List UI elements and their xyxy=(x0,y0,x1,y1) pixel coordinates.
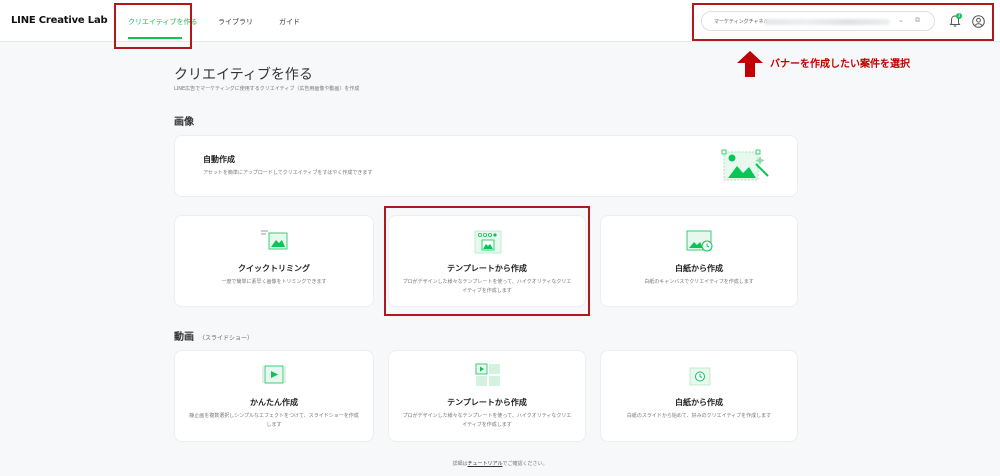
card-title: テンプレートから作成 xyxy=(447,398,527,407)
template-highlight-box xyxy=(384,206,590,316)
footer-note: 詳細はチュートリアルでご確認ください。 xyxy=(0,460,1000,467)
card-desc: 白紙のキャンバスでクリエイティブを作成します xyxy=(644,279,754,285)
channel-highlight-box xyxy=(692,3,994,41)
image-trim-icon xyxy=(261,230,288,250)
video-template-icon xyxy=(475,363,500,386)
app-logo[interactable]: LINE Creative Lab xyxy=(11,15,108,26)
video-section-note: （スライドショー） xyxy=(199,335,254,342)
page-subtitle: LINE広告でマーケティングに使用するクリエイティブ（広告用画像や動画）を作成 xyxy=(174,86,360,92)
nav-guide[interactable]: ガイド xyxy=(279,17,300,27)
annotation-text: バナーを作成したい案件を選択 xyxy=(770,59,910,70)
card-title: かんたん作成 xyxy=(250,398,298,407)
video-blank-card[interactable]: 白紙から作成 白紙のスライドから始めて、好みのクリエイティブを作成します xyxy=(600,350,798,442)
page-title: クリエイティブを作る xyxy=(174,67,313,83)
card-desc: プロがデザインした様々なテンプレートを使って、ハイクオリティなクリエイティブを作… xyxy=(402,413,572,428)
quick-trimming-card[interactable]: クイックトリミング 一度で簡単に素早く画像をトリミングできます xyxy=(174,215,374,307)
video-template-card[interactable]: テンプレートから作成 プロがデザインした様々なテンプレートを使って、ハイクオリテ… xyxy=(388,350,586,442)
nav-library[interactable]: ライブラリ xyxy=(218,17,253,27)
image-section-title: 画像 xyxy=(174,117,194,128)
image-blank-card[interactable]: 白紙から作成 白紙のキャンバスでクリエイティブを作成します xyxy=(600,215,798,307)
card-desc: 白紙のスライドから始めて、好みのクリエイティブを作成します xyxy=(626,413,772,419)
video-section-label: 動画 xyxy=(174,332,194,343)
card-desc: アセットを簡単にアップロードしてクリエイティブをすばやく作成できます xyxy=(203,170,373,176)
video-section-title: 動画 （スライドショー） xyxy=(174,328,253,343)
footer-prefix: 詳細は xyxy=(452,461,468,467)
video-blank-icon xyxy=(689,367,711,386)
blank-canvas-icon xyxy=(686,230,713,252)
card-desc: 一度で簡単に素早く画像をトリミングできます xyxy=(221,279,327,285)
auto-create-card[interactable]: 自動作成 アセットを簡単にアップロードしてクリエイティブをすばやく作成できます xyxy=(174,135,798,197)
footer-suffix: でご確認ください。 xyxy=(502,461,548,467)
arrow-up-icon xyxy=(737,51,763,77)
card-title: 白紙から作成 xyxy=(675,398,723,407)
video-play-icon xyxy=(262,365,286,384)
card-desc: 静止画を複数選択しシンプルなエフェクトをつけて、スライドショーを作成します xyxy=(189,413,359,428)
easy-create-card[interactable]: かんたん作成 静止画を複数選択しシンプルなエフェクトをつけて、スライドショーを作… xyxy=(174,350,374,442)
card-title: クイックトリミング xyxy=(238,264,310,273)
card-title: 自動作成 xyxy=(203,155,235,164)
tutorial-link[interactable]: チュートリアル xyxy=(468,461,503,467)
auto-create-icon xyxy=(721,149,769,181)
nav-highlight-box xyxy=(114,3,192,49)
card-title: 白紙から作成 xyxy=(675,264,723,273)
